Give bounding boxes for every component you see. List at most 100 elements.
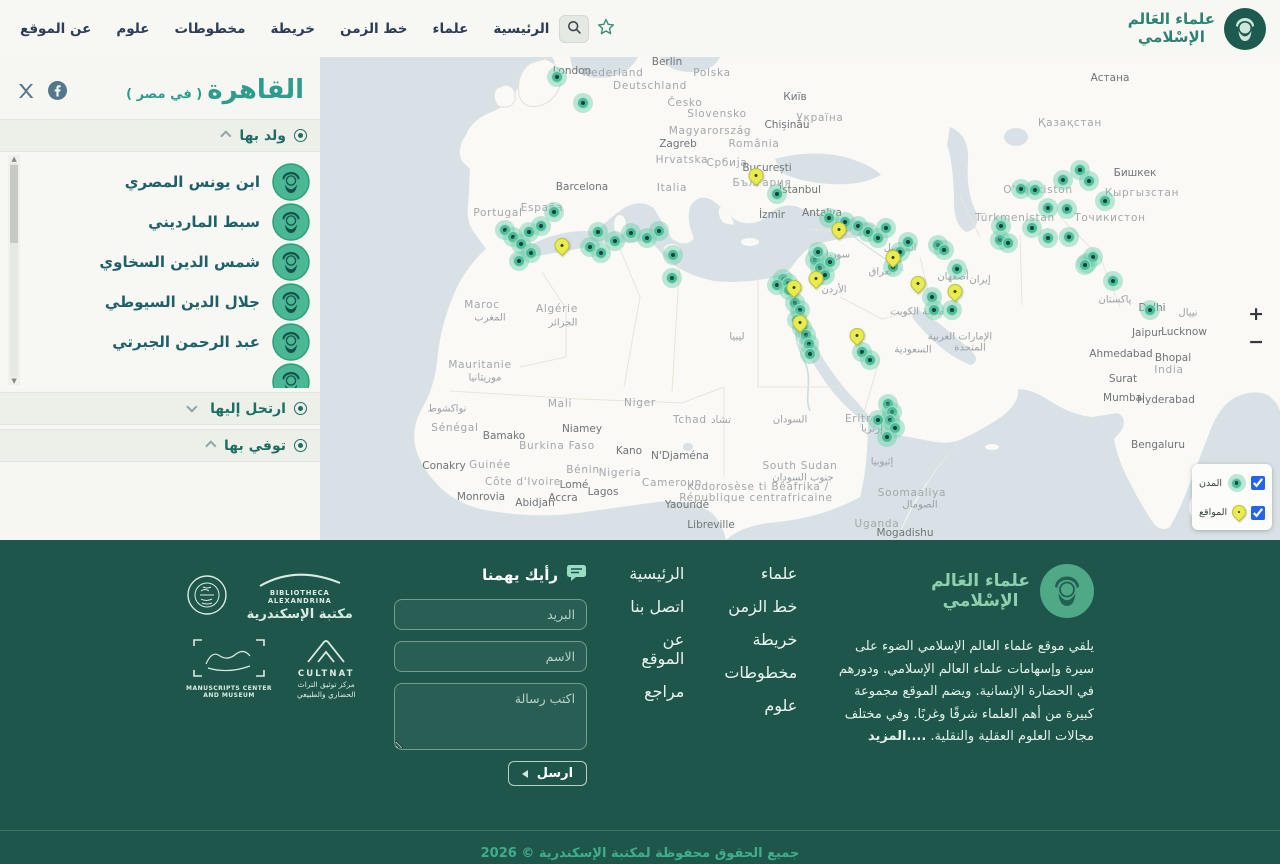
scholar-list-item[interactable]: عبد الرحمن الجبرتي [28, 322, 310, 362]
map-marker[interactable] [808, 242, 828, 262]
nav-item[interactable]: خط الزمن [340, 21, 408, 37]
scholar-list-item[interactable]: ابن يونس المصري [28, 162, 310, 202]
footer-links-col2: الرئيسيةاتصل بناعن الموقعمراجع [619, 564, 684, 810]
map-marker[interactable] [934, 240, 954, 260]
map-marker[interactable] [1025, 180, 1045, 200]
map-marker[interactable] [1095, 191, 1115, 211]
section-traveled[interactable]: ارتحل إليها [0, 392, 320, 425]
scholar-list-item[interactable]: جلال الدين السيوطي [28, 282, 310, 322]
map-zoom-controls: + − [1248, 305, 1264, 352]
map-marker[interactable] [663, 245, 683, 265]
map-marker[interactable] [544, 202, 564, 222]
scholar-list-item[interactable]: شمس الدين السخاوي [28, 242, 310, 282]
cultnat-logo[interactable]: CULTNAT مركز توثيق التراث الحضاري والطبي… [290, 638, 362, 700]
city-subtitle: ( في مصر ) [126, 87, 202, 102]
scholar-avatar [272, 203, 310, 241]
map-legend: المدن المواقع [1192, 464, 1272, 530]
map-marker[interactable] [868, 410, 888, 430]
map-marker[interactable] [832, 222, 849, 239]
map-marker[interactable] [662, 268, 682, 288]
ba-ar-label: مكتبة الإسكندرية [237, 607, 362, 622]
map-marker[interactable] [1022, 218, 1042, 238]
map-marker[interactable] [947, 259, 967, 279]
section-born[interactable]: ولد بها [0, 119, 320, 152]
favorites-button[interactable] [597, 18, 615, 39]
cities-checkbox[interactable] [1251, 476, 1265, 490]
map-marker[interactable] [573, 93, 593, 113]
sites-checkbox[interactable] [1251, 506, 1265, 520]
map-marker[interactable] [1057, 199, 1077, 219]
nav-item[interactable]: علماء [433, 21, 469, 37]
nav-item[interactable]: مخطوطات [174, 21, 245, 37]
scholar-list-item[interactable]: سبط المارديني [28, 202, 310, 242]
scholar-name: جلال الدين السيوطي [105, 293, 260, 311]
world-map[interactable]: LondonNederlandBerlinDeutschlandPolskaКи… [320, 57, 1280, 540]
city-title-block: القاهرة ( في مصر ) [126, 75, 304, 105]
map-marker[interactable] [911, 276, 928, 293]
map-marker[interactable] [1140, 300, 1160, 320]
map-marker[interactable] [948, 284, 965, 301]
email-field[interactable] [394, 599, 587, 630]
map-marker[interactable] [521, 243, 541, 263]
scroll-thumb[interactable] [10, 165, 18, 243]
map-marker[interactable] [860, 350, 880, 370]
zoom-out-button[interactable]: − [1248, 333, 1264, 352]
city-marker-icon [1228, 474, 1246, 492]
section-died[interactable]: توفي بها [0, 429, 320, 462]
map-marker[interactable] [787, 280, 804, 297]
name-field[interactable] [394, 641, 587, 672]
zoom-in-button[interactable]: + [1248, 305, 1264, 324]
read-more-link[interactable]: ....المزيد [868, 729, 926, 744]
map-marker[interactable] [749, 168, 766, 185]
manuscripts-center-logo[interactable]: MANUSCRIPTS CENTER AND MUSEUM [186, 638, 272, 699]
send-button[interactable]: ارسل [508, 761, 587, 786]
map-marker[interactable] [649, 221, 669, 241]
nav-item[interactable]: خريطة [271, 21, 316, 37]
map-marker[interactable] [1103, 271, 1123, 291]
nav-item[interactable]: الرئيسية [493, 21, 549, 37]
map-marker[interactable] [924, 300, 944, 320]
map-marker[interactable] [793, 315, 810, 332]
map-marker[interactable] [998, 233, 1018, 253]
scroll-up-icon[interactable]: ▲ [11, 155, 16, 163]
ba-en-label: BIBLIOTHECA ALEXANDRINA [237, 589, 362, 605]
map-marker[interactable] [809, 271, 826, 288]
map-marker[interactable] [898, 232, 918, 252]
site-logo[interactable]: علماء العَالم الإسْلامي [1128, 8, 1266, 50]
map-marker[interactable] [555, 238, 572, 255]
scholar-list-item[interactable] [28, 362, 310, 388]
scholar-avatar [272, 323, 310, 361]
map-marker[interactable] [942, 300, 962, 320]
map-marker[interactable] [767, 184, 787, 204]
map-marker[interactable] [1059, 227, 1079, 247]
map-marker[interactable] [876, 218, 896, 238]
nav-item[interactable]: عن الموقع [20, 21, 91, 37]
main-nav: الرئيسية علماء خط الزمن خريطة مخطوطات علوم عن … [20, 21, 549, 37]
map-marker[interactable] [547, 67, 567, 87]
map-marker[interactable] [877, 427, 897, 447]
search-button[interactable] [559, 15, 589, 43]
message-field[interactable] [394, 683, 587, 750]
scholar-avatar [272, 163, 310, 201]
chevron-down-icon [186, 401, 197, 412]
map-marker[interactable] [1075, 255, 1095, 275]
logo-line1: علماء العَالم [1128, 10, 1215, 28]
map-marker[interactable] [850, 328, 867, 345]
scroll-down-icon[interactable]: ▼ [11, 377, 16, 385]
footer-logo[interactable]: علماء العَالم الإسْلامي [829, 564, 1094, 618]
footer-links-col1: علماءخط الزمنخريطةمخطوطاتعلوم [724, 564, 797, 810]
map-marker[interactable] [1079, 171, 1099, 191]
bibliotheca-alexandrina-logo[interactable]: BIBLIOTHECA ALEXANDRINA مكتبة الإسكندرية [186, 572, 362, 622]
facebook-share-icon[interactable] [48, 81, 67, 104]
footer-links: علماءخط الزمنخريطةمخطوطاتعلوم الرئيسيةات… [619, 564, 797, 810]
scholar-name: سبط المارديني [148, 213, 260, 231]
list-scrollbar[interactable]: ▲ ▼ [8, 155, 20, 385]
map-marker[interactable] [991, 216, 1011, 236]
nav-item[interactable]: علوم [116, 21, 149, 37]
map-marker[interactable] [886, 250, 903, 267]
map-marker[interactable] [800, 344, 820, 364]
x-share-icon[interactable] [18, 83, 34, 103]
map-marker[interactable] [1038, 198, 1058, 218]
cultnat-en-label: CULTNAT [290, 669, 362, 679]
cultnat-ar-label: مركز توثيق التراث الحضاري والطبيعي [290, 680, 362, 700]
